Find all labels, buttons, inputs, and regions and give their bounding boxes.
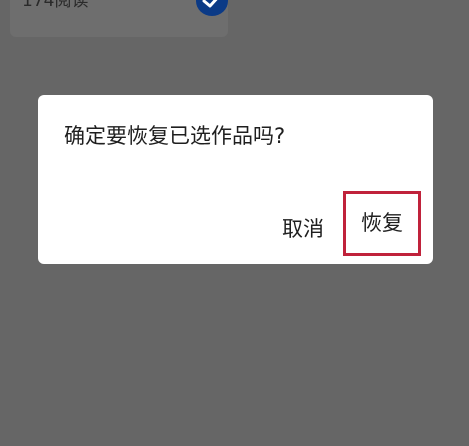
restore-button[interactable]: 恢复	[343, 191, 421, 256]
read-count-label: 174阅读	[22, 0, 89, 11]
cancel-button[interactable]: 取消	[274, 213, 332, 245]
dialog-message: 确定要恢复已选作品吗?	[64, 124, 286, 148]
background-work-card: 174阅读	[10, 0, 228, 37]
restore-confirm-dialog: 确定要恢复已选作品吗? 取消 恢复	[38, 95, 433, 264]
check-circle-icon	[196, 0, 228, 16]
